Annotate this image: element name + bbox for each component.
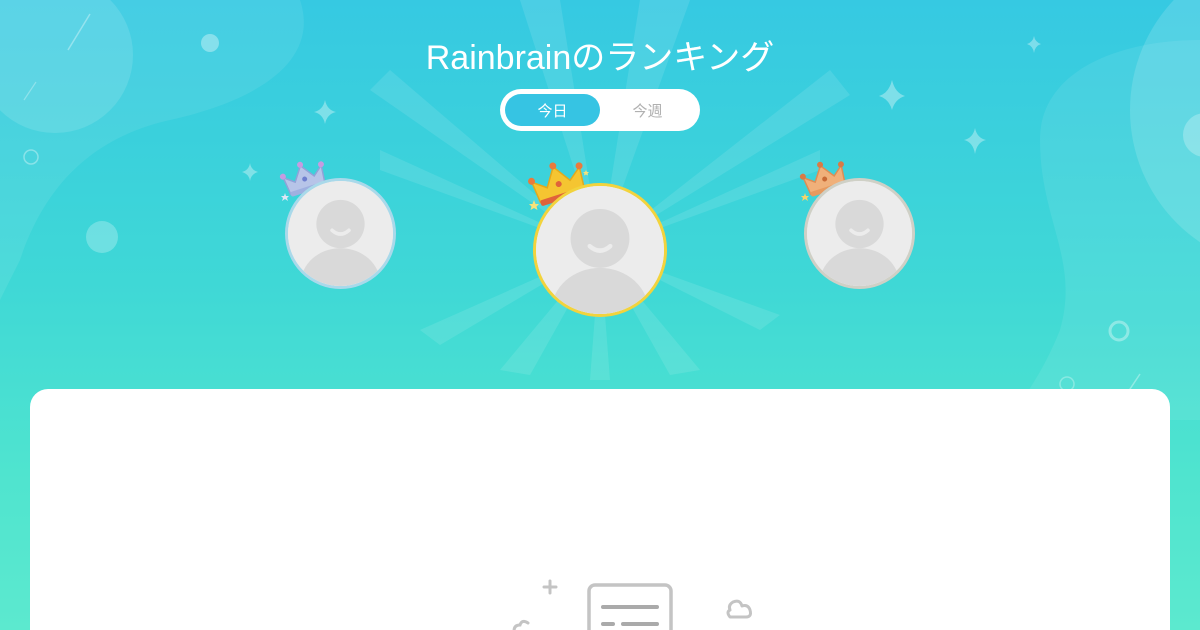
period-tab-switch: 今日 今週 [500, 89, 700, 131]
avatar-rank-1 [533, 183, 667, 317]
tab-today[interactable]: 今日 [505, 94, 600, 126]
page-title: Rainbrainのランキング [425, 39, 775, 77]
ranking-list-card [30, 389, 1170, 630]
empty-list-icon [512, 579, 752, 630]
tab-this-week[interactable]: 今週 [600, 94, 695, 126]
avatar-rank-2 [285, 178, 396, 289]
avatar-rank-3 [804, 178, 915, 289]
